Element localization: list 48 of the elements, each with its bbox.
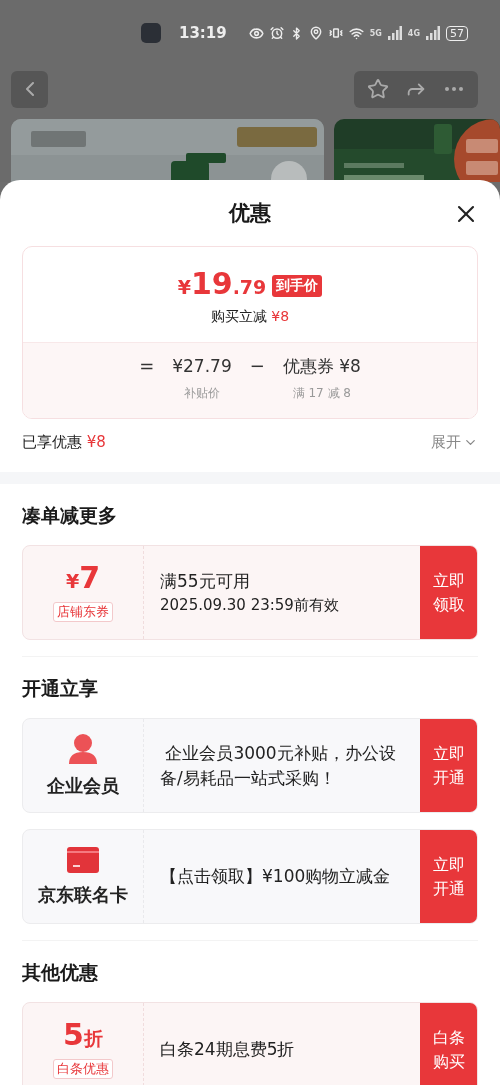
reduction-text: 购买立减 ¥8: [210, 308, 290, 326]
signal-icon: [387, 26, 402, 40]
expand-button[interactable]: 展开: [431, 433, 478, 452]
network-label: 4G: [407, 28, 420, 38]
more-icon: [445, 87, 463, 91]
alarm-icon: [269, 26, 284, 40]
offer-action-button[interactable]: 立即开通: [420, 830, 477, 923]
operator-sign: −: [249, 355, 265, 377]
coupon-amount: ¥7: [65, 563, 101, 597]
breakdown-caption: 满 17 减 8: [292, 385, 351, 402]
operator-sign: =: [139, 355, 155, 377]
clock: 13:19: [178, 24, 227, 42]
offer-text: 企业会员3000元补贴，办公设备/易耗品一站式采购！: [160, 741, 397, 790]
network-label: 5G: [369, 28, 382, 38]
offer-action-button[interactable]: 立即开通: [420, 719, 477, 812]
location-icon: [308, 26, 323, 40]
offer-name: 京东联名卡: [38, 882, 128, 907]
wifi-icon: [348, 25, 364, 41]
price-tag: 到手价: [272, 274, 323, 297]
offer-text: 满55元可用: [160, 569, 251, 592]
section-heading: 其他优惠: [22, 961, 99, 983]
offer-name: 企业会员: [47, 773, 119, 798]
offer-text: 2025.09.30 23:59前有效: [160, 594, 340, 616]
breakdown-value: 优惠券 ¥8: [282, 355, 361, 377]
sheet-title: 优惠: [229, 200, 271, 227]
app-icon: [140, 23, 161, 43]
breakdown-value: ¥27.79: [172, 355, 232, 377]
offer-action-button[interactable]: 立即领取: [420, 546, 477, 639]
back-icon: [25, 82, 34, 96]
signal-icon: [426, 26, 440, 40]
back-button[interactable]: [11, 70, 48, 108]
card-icon: [67, 846, 99, 873]
coupon-tag: 店铺东券: [53, 602, 113, 622]
discount-tag: 白条优惠: [53, 1059, 113, 1079]
section-heading: 开通立享: [22, 677, 99, 699]
breakdown-caption: 补贴价: [183, 385, 220, 402]
discount-amount: 5折: [63, 1020, 103, 1054]
offer-text: 白条24期息费5折: [160, 1038, 296, 1061]
section-heading: 凑单减更多: [22, 504, 118, 526]
star-icon: [367, 78, 389, 100]
eye-icon: [248, 25, 264, 41]
offer-action-button[interactable]: 白条购买: [420, 1003, 477, 1085]
battery-icon: 57: [446, 25, 468, 41]
final-price: ¥19.79: [177, 267, 267, 303]
person-icon: [67, 733, 99, 764]
offer-text: 【点击领取】¥100购物立减金: [160, 865, 392, 888]
vibrate-icon: [328, 26, 343, 40]
savings-text: 已享优惠 ¥8: [22, 433, 106, 452]
